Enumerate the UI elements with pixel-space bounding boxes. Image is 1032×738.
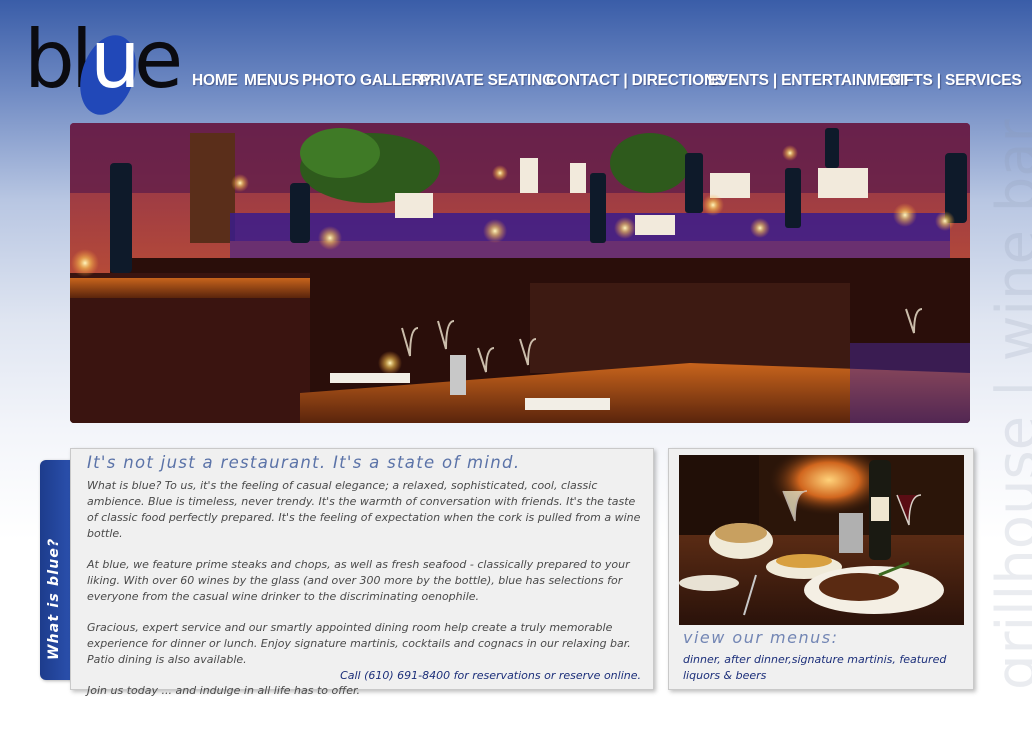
nav-photo-gallery[interactable]: PHOTO GALLERY (302, 72, 432, 90)
logo-text-bl: bl (24, 13, 93, 106)
nav-events-entertainment[interactable]: EVENTS | ENTERTAINMENT (708, 72, 910, 90)
nav-menus[interactable]: MENUS (244, 72, 299, 90)
hero-illustration (70, 123, 970, 423)
grillhouse-wine-bar-watermark: grillhouse | wine bar (985, 119, 1032, 690)
steak-dinner-photo[interactable] (679, 455, 964, 625)
about-paragraph-4: Join us today ... and indulge in all lif… (87, 684, 360, 697)
about-title: It's not just a restaurant. It's a state… (87, 453, 521, 472)
steak-dinner-illustration (679, 455, 964, 625)
nav-home[interactable]: HOME (192, 72, 238, 90)
logo-text-e: e (134, 13, 183, 106)
menus-links[interactable]: dinner, after dinner,signature martinis,… (683, 652, 963, 684)
nav-gifts-services[interactable]: GIFTS | SERVICES (888, 72, 1022, 90)
what-is-blue-tab: What is blue? (40, 460, 74, 680)
about-paragraph-1: What is blue? To us, it's the feeling of… (87, 479, 641, 540)
hero-restaurant-photo (70, 123, 970, 423)
menus-panel: view our menus: dinner, after dinner,sig… (668, 448, 974, 690)
nav-private-seating[interactable]: PRIVATE SEATING (420, 72, 554, 90)
what-is-blue-label: What is blue? (46, 537, 62, 660)
about-panel: It's not just a restaurant. It's a state… (70, 448, 654, 697)
view-menus-title: view our menus: (683, 628, 839, 647)
blue-logo[interactable]: bl u e (24, 13, 183, 123)
nav-contact-directions[interactable]: CONTACT | DIRECTIONS (546, 72, 725, 90)
about-paragraph-2: At blue, we feature prime steaks and cho… (87, 558, 630, 603)
about-paragraph-3: Gracious, expert service and our smartly… (87, 621, 631, 666)
reservations-link[interactable]: Call (610) 691-8400 for reservations or … (340, 669, 641, 682)
